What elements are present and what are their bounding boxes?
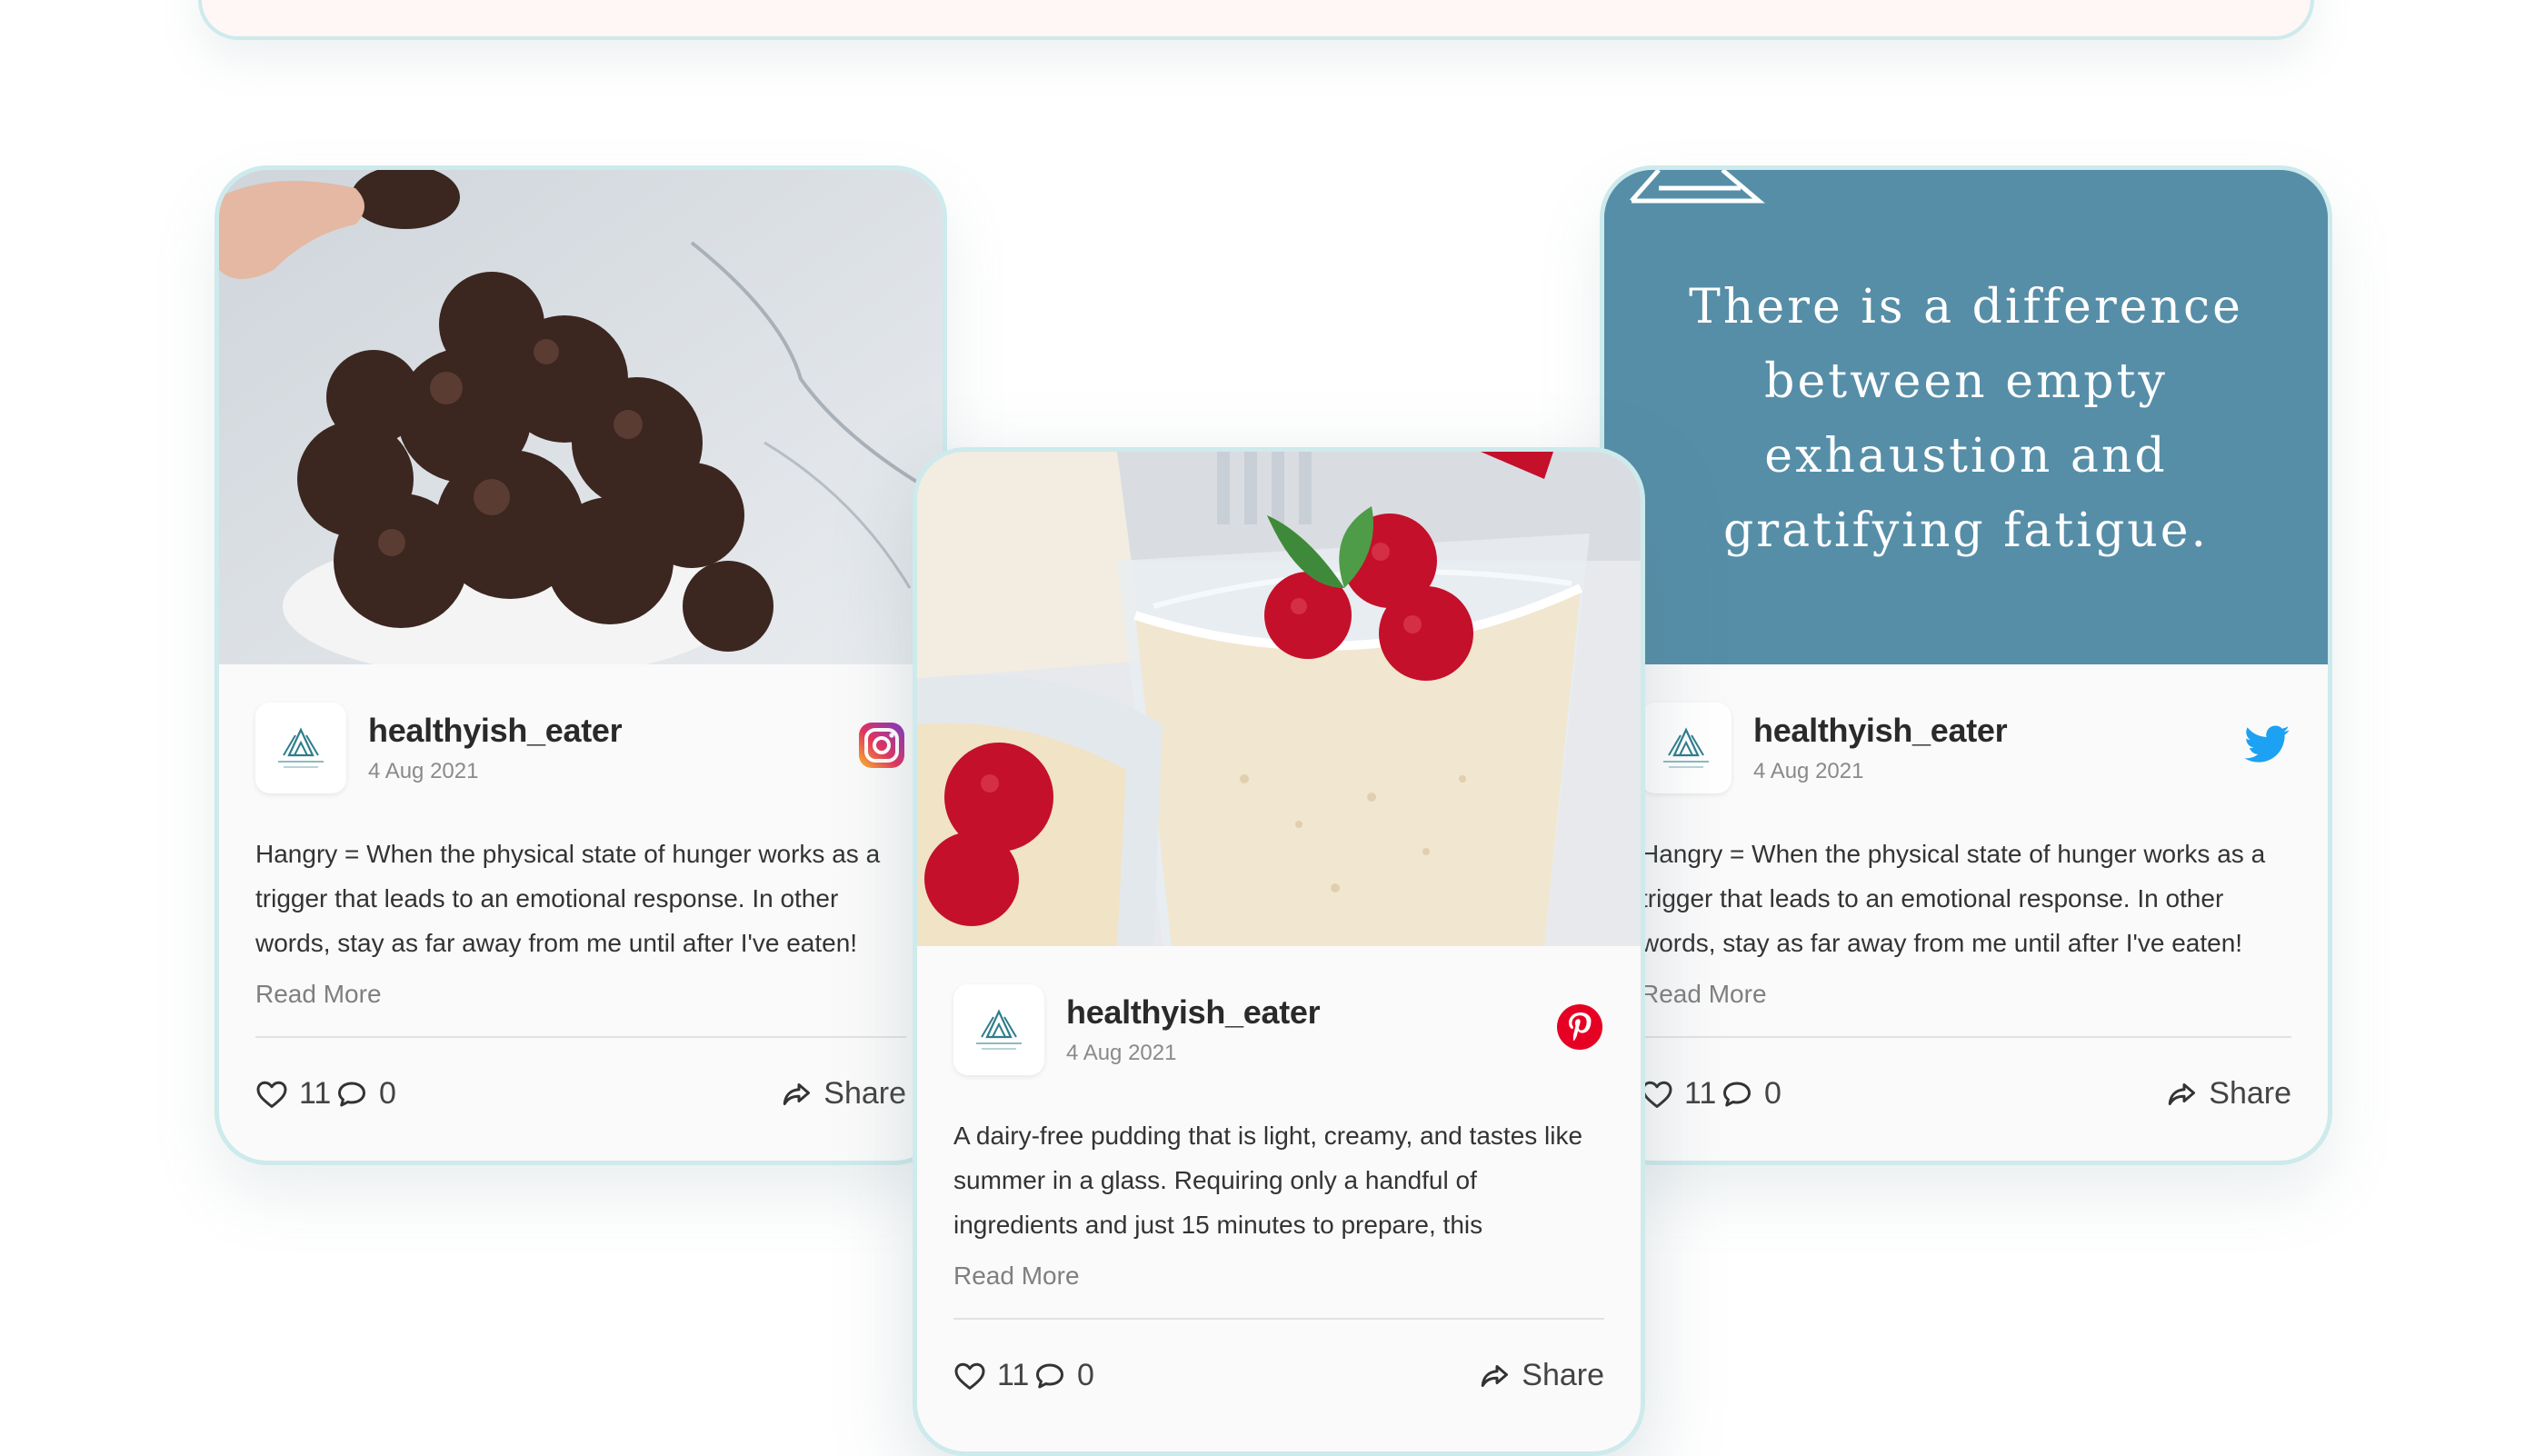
- instagram-icon[interactable]: [857, 721, 906, 770]
- post-card-pinterest[interactable]: healthyish_eater 4 Aug 2021 A dairy-free…: [913, 447, 1645, 1456]
- comment-icon: [1033, 1360, 1066, 1392]
- username[interactable]: healthyish_eater: [368, 712, 623, 750]
- brand-logo-icon: [967, 1001, 1031, 1059]
- post-text: A dairy-free pudding that is light, crea…: [953, 1122, 1583, 1239]
- read-more-link[interactable]: Read More: [953, 1258, 1604, 1294]
- brand-logo-icon: [269, 719, 333, 777]
- comment-icon: [1721, 1078, 1753, 1111]
- share-icon: [1478, 1360, 1511, 1392]
- comment-button[interactable]: 0: [1033, 1358, 1094, 1393]
- share-button[interactable]: Share: [1478, 1358, 1604, 1393]
- post-image[interactable]: [219, 170, 943, 664]
- share-button[interactable]: Share: [780, 1076, 906, 1112]
- share-button[interactable]: Share: [2165, 1076, 2291, 1112]
- post-card-instagram[interactable]: healthyish_eater 4 Aug 2021 Hangry = Whe…: [215, 165, 947, 1165]
- share-icon: [2165, 1078, 2198, 1111]
- share-icon: [780, 1078, 813, 1111]
- post-image[interactable]: [917, 452, 1641, 946]
- read-more-link[interactable]: Read More: [255, 976, 906, 1012]
- quote-image[interactable]: There is a difference between empty exha…: [1604, 170, 2328, 664]
- comment-button[interactable]: 0: [1721, 1076, 1782, 1112]
- like-count: 11: [997, 1358, 1030, 1392]
- like-button[interactable]: 11: [1641, 1076, 1716, 1112]
- like-count: 11: [1684, 1076, 1717, 1111]
- comment-count: 0: [1077, 1358, 1094, 1392]
- avatar[interactable]: [953, 984, 1044, 1075]
- post-text: Hangry = When the physical state of hung…: [255, 840, 881, 957]
- heart-icon: [953, 1360, 986, 1392]
- brand-logo-icon: [1654, 719, 1718, 777]
- like-button[interactable]: 11: [953, 1358, 1029, 1393]
- comment-count: 0: [1764, 1076, 1782, 1111]
- post-date: 4 Aug 2021: [1066, 1041, 1177, 1065]
- protein-balls-image: [219, 170, 943, 664]
- top-panel: [198, 0, 2314, 40]
- post-date: 4 Aug 2021: [1753, 759, 1864, 783]
- share-label: Share: [823, 1076, 906, 1111]
- twitter-icon[interactable]: [2242, 721, 2291, 770]
- post-text: Hangry = When the physical state of hung…: [1641, 840, 2266, 957]
- comment-button[interactable]: 0: [335, 1076, 396, 1112]
- like-count: 11: [299, 1076, 332, 1111]
- comment-icon: [335, 1078, 368, 1111]
- heart-icon: [255, 1078, 288, 1111]
- share-label: Share: [2209, 1076, 2291, 1111]
- avatar[interactable]: [255, 703, 346, 793]
- comment-count: 0: [379, 1076, 396, 1111]
- heart-icon: [1641, 1078, 1673, 1111]
- post-card-twitter[interactable]: There is a difference between empty exha…: [1600, 165, 2332, 1165]
- pinterest-icon[interactable]: [1555, 1002, 1604, 1052]
- username[interactable]: healthyish_eater: [1753, 712, 2008, 750]
- post-date: 4 Aug 2021: [368, 759, 479, 783]
- username[interactable]: healthyish_eater: [1066, 993, 1321, 1032]
- share-label: Share: [1522, 1358, 1604, 1392]
- read-more-link[interactable]: Read More: [1641, 976, 2291, 1012]
- like-button[interactable]: 11: [255, 1076, 331, 1112]
- avatar[interactable]: [1641, 703, 1732, 793]
- pudding-image: [917, 452, 1641, 946]
- quote-text: There is a difference between empty exha…: [1689, 280, 2243, 558]
